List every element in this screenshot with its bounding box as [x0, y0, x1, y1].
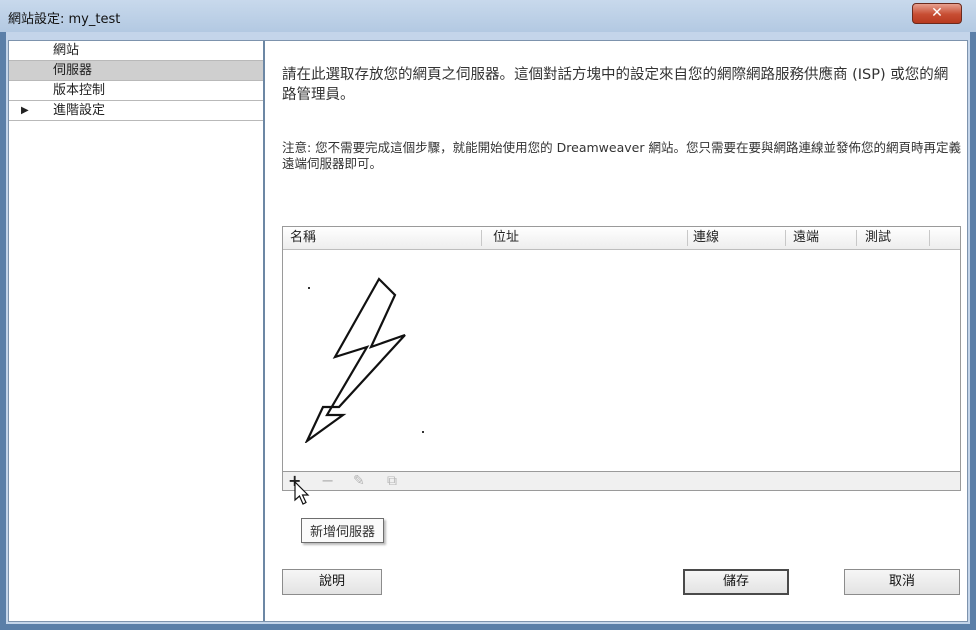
- help-button[interactable]: 說明: [282, 569, 382, 595]
- close-button[interactable]: ✕: [912, 3, 962, 24]
- column-header-connection[interactable]: 連線: [693, 227, 719, 249]
- column-divider[interactable]: [687, 230, 688, 246]
- sidebar-item-label: 版本控制: [53, 83, 106, 98]
- window-title: 網站設定: my_test: [8, 12, 121, 27]
- add-server-tooltip: 新增伺服器: [301, 518, 385, 543]
- intro-text: 請在此選取存放您的網頁之伺服器。這個對話方塊中的設定來自您的網際網路服務供應商 …: [282, 67, 949, 103]
- expand-arrow-icon[interactable]: ▶: [21, 101, 29, 121]
- sidebar-item-servers[interactable]: 伺服器: [9, 61, 263, 81]
- category-sidebar: 網站 伺服器 版本控制 ▶ 進階設定: [9, 41, 265, 621]
- sidebar-item-advanced-settings[interactable]: ▶ 進階設定: [9, 101, 263, 121]
- sidebar-item-label: 進階設定: [53, 103, 106, 118]
- sidebar-item-label: 伺服器: [53, 63, 93, 78]
- column-header-testing[interactable]: 測試: [865, 227, 891, 249]
- duplicate-server-button[interactable]: ⧉: [387, 472, 397, 490]
- column-header-remote[interactable]: 遠端: [793, 227, 819, 249]
- table-header: 名稱 位址 連線 遠端 測試: [283, 227, 960, 250]
- note-text: 注意: 您不需要完成這個步驟，就能開始使用您的 Dreamweaver 網站。您…: [282, 140, 961, 171]
- lightning-bolt-arrow-icon: [304, 277, 424, 443]
- servers-panel: 請在此選取存放您的網頁之伺服器。這個對話方塊中的設定來自您的網際網路服務供應商 …: [265, 41, 967, 621]
- save-button[interactable]: 儲存: [683, 569, 789, 595]
- dialog-window: 網站設定: my_test ✕ 網站 伺服器 版本控制 ▶ 進階設定 請在此選取…: [0, 0, 976, 630]
- cancel-button[interactable]: 取消: [844, 569, 960, 595]
- column-divider[interactable]: [929, 230, 930, 246]
- title-bar[interactable]: 網站設定: my_test ✕: [0, 0, 976, 32]
- column-divider[interactable]: [856, 230, 857, 246]
- column-header-address[interactable]: 位址: [493, 227, 519, 249]
- column-divider[interactable]: [785, 230, 786, 246]
- close-icon: ✕: [931, 5, 943, 21]
- server-table[interactable]: 名稱 位址 連線 遠端 測試: [282, 226, 961, 491]
- sidebar-item-label: 網站: [53, 43, 80, 58]
- mouse-pointer-icon: [294, 481, 310, 505]
- remove-server-button[interactable]: −: [321, 472, 334, 490]
- dialog-body: 網站 伺服器 版本控制 ▶ 進階設定 請在此選取存放您的網頁之伺服器。這個對話方…: [8, 40, 968, 622]
- sidebar-item-site[interactable]: 網站: [9, 41, 263, 61]
- server-toolbar: + − ✎ ⧉: [282, 471, 961, 491]
- sidebar-item-version-control[interactable]: 版本控制: [9, 81, 263, 101]
- column-header-name[interactable]: 名稱: [290, 227, 316, 249]
- column-divider[interactable]: [481, 230, 482, 246]
- edit-server-button[interactable]: ✎: [353, 472, 365, 490]
